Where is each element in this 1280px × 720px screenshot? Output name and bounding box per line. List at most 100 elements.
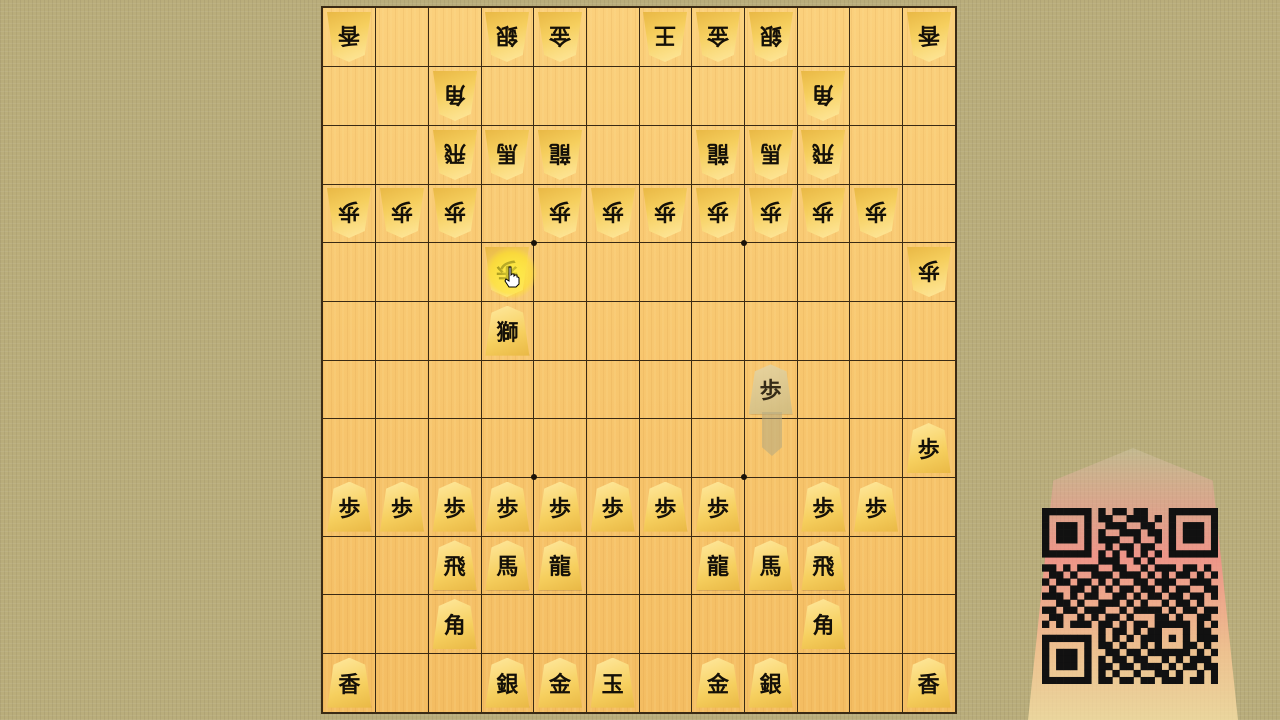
gote-piece[interactable]: 龍 [538, 130, 582, 180]
qr-module [1182, 641, 1191, 650]
qr-module [1112, 564, 1120, 572]
gote-piece[interactable]: 銀 [485, 12, 529, 62]
qr-module [1112, 592, 1120, 600]
piece-kanji: 歩 [548, 495, 571, 522]
sente-piece[interactable]: 飛 [801, 540, 846, 591]
gote-piece[interactable]: 歩 [433, 188, 477, 238]
shogi-board[interactable]: 香銀金王金銀香角角飛馬龍龍馬飛歩歩歩歩歩歩歩歩歩歩歩歩獅歩歩歩歩歩歩歩歩歩歩歩歩… [321, 6, 957, 714]
qr-module [1196, 529, 1205, 537]
gote-piece[interactable]: 飛 [801, 130, 845, 180]
last-move-piece[interactable]: 歩 [748, 364, 793, 415]
qr-module [1105, 522, 1113, 530]
qr-module [1154, 578, 1162, 586]
qr-module [1098, 662, 1106, 671]
sente-piece[interactable]: 歩 [327, 481, 372, 532]
qr-module [1154, 613, 1162, 621]
gote-piece[interactable]: 馬 [485, 130, 529, 180]
sente-piece[interactable]: 歩 [590, 481, 635, 532]
sente-piece[interactable]: 歩 [854, 481, 898, 532]
qr-module [1091, 585, 1099, 593]
sente-piece[interactable]: 歩 [380, 481, 424, 532]
qr-module [1175, 613, 1184, 621]
sente-piece[interactable]: 角 [801, 599, 846, 649]
gote-piece[interactable]: 金 [696, 12, 740, 62]
sente-piece[interactable]: 馬 [485, 540, 530, 591]
gote-piece[interactable]: 歩 [696, 188, 740, 238]
qr-module [1175, 648, 1184, 657]
gote-piece[interactable]: 金 [538, 12, 582, 62]
qr-module [1140, 522, 1148, 530]
qr-module [1161, 599, 1170, 607]
gote-piece[interactable]: 香 [327, 12, 371, 62]
qr-module [1196, 536, 1205, 544]
sente-piece[interactable]: 金 [538, 657, 582, 708]
sente-piece[interactable]: 龍 [538, 540, 582, 591]
sente-piece[interactable]: 歩 [538, 481, 582, 532]
qr-module [1070, 648, 1078, 657]
qr-module [1189, 536, 1198, 544]
qr-module [1077, 578, 1085, 586]
piece-kanji: 歩 [391, 198, 414, 225]
piece-kanji: 香 [338, 22, 361, 49]
gote-piece[interactable]: 銀 [749, 12, 793, 62]
gote-piece[interactable]: 歩 [907, 247, 951, 297]
gote-piece[interactable]: 角 [433, 71, 477, 121]
qr-module [1119, 662, 1127, 671]
qr-module [1196, 655, 1205, 664]
grid-line-horizontal [323, 652, 955, 654]
gote-piece[interactable]: 歩 [380, 188, 424, 238]
piece-kanji: 歩 [812, 495, 835, 522]
qr-module [1105, 641, 1113, 650]
qr-module [1182, 648, 1191, 657]
sente-piece[interactable]: 銀 [748, 657, 793, 708]
sente-piece[interactable]: 玉 [590, 657, 635, 708]
qr-module [1084, 606, 1092, 614]
qr-module [1098, 550, 1106, 558]
sente-piece[interactable]: 歩 [643, 481, 688, 532]
qr-module [1098, 620, 1106, 628]
piece-kanji: 歩 [865, 198, 888, 225]
qr-module [1161, 578, 1170, 586]
sente-piece[interactable]: 歩 [906, 423, 951, 473]
qr-module [1091, 613, 1099, 621]
qr-module [1133, 557, 1141, 565]
sente-piece[interactable]: 龍 [696, 540, 740, 591]
gote-piece[interactable]: 香 [907, 12, 951, 62]
sente-piece[interactable]: 角 [432, 599, 477, 649]
sente-piece[interactable]: 歩 [801, 481, 846, 532]
sente-piece[interactable]: 歩 [432, 481, 477, 532]
sente-piece[interactable]: 獅 [485, 305, 530, 356]
gote-piece[interactable]: 歩 [749, 188, 793, 238]
gote-piece[interactable]: 馬 [749, 130, 793, 180]
sente-piece[interactable]: 飛 [432, 540, 477, 591]
gote-piece[interactable]: 角 [801, 71, 845, 121]
sente-piece[interactable]: 歩 [696, 481, 740, 532]
gote-piece[interactable]: 歩 [643, 188, 687, 238]
gote-piece[interactable]: 龍 [696, 130, 740, 180]
gote-piece[interactable]: 王 [643, 12, 687, 62]
gote-piece[interactable]: 歩 [538, 188, 582, 238]
gote-piece[interactable]: 歩 [327, 188, 371, 238]
piece-kanji: 角 [812, 81, 835, 107]
gote-piece[interactable]: 歩 [854, 188, 898, 238]
qr-module [1210, 550, 1218, 558]
gote-piece[interactable]: 歩 [801, 188, 845, 238]
gote-piece[interactable]: 飛 [433, 130, 477, 180]
qr-module [1105, 543, 1113, 551]
sente-piece[interactable]: 金 [696, 657, 740, 708]
qr-module [1189, 508, 1198, 516]
qr-module [1042, 578, 1050, 586]
sente-piece[interactable]: 香 [906, 657, 951, 708]
gote-piece[interactable]: 歩 [591, 188, 635, 238]
qr-module [1105, 599, 1113, 607]
sente-piece[interactable]: 香 [327, 657, 372, 708]
qr-module [1042, 543, 1050, 551]
qr-module [1084, 655, 1092, 664]
qr-module [1063, 662, 1071, 671]
qr-module [1112, 634, 1120, 643]
qr-module [1133, 515, 1141, 523]
piece-kanji: 歩 [601, 198, 624, 225]
sente-piece[interactable]: 馬 [748, 540, 793, 591]
sente-piece[interactable]: 銀 [485, 657, 530, 708]
sente-piece[interactable]: 歩 [485, 481, 530, 532]
